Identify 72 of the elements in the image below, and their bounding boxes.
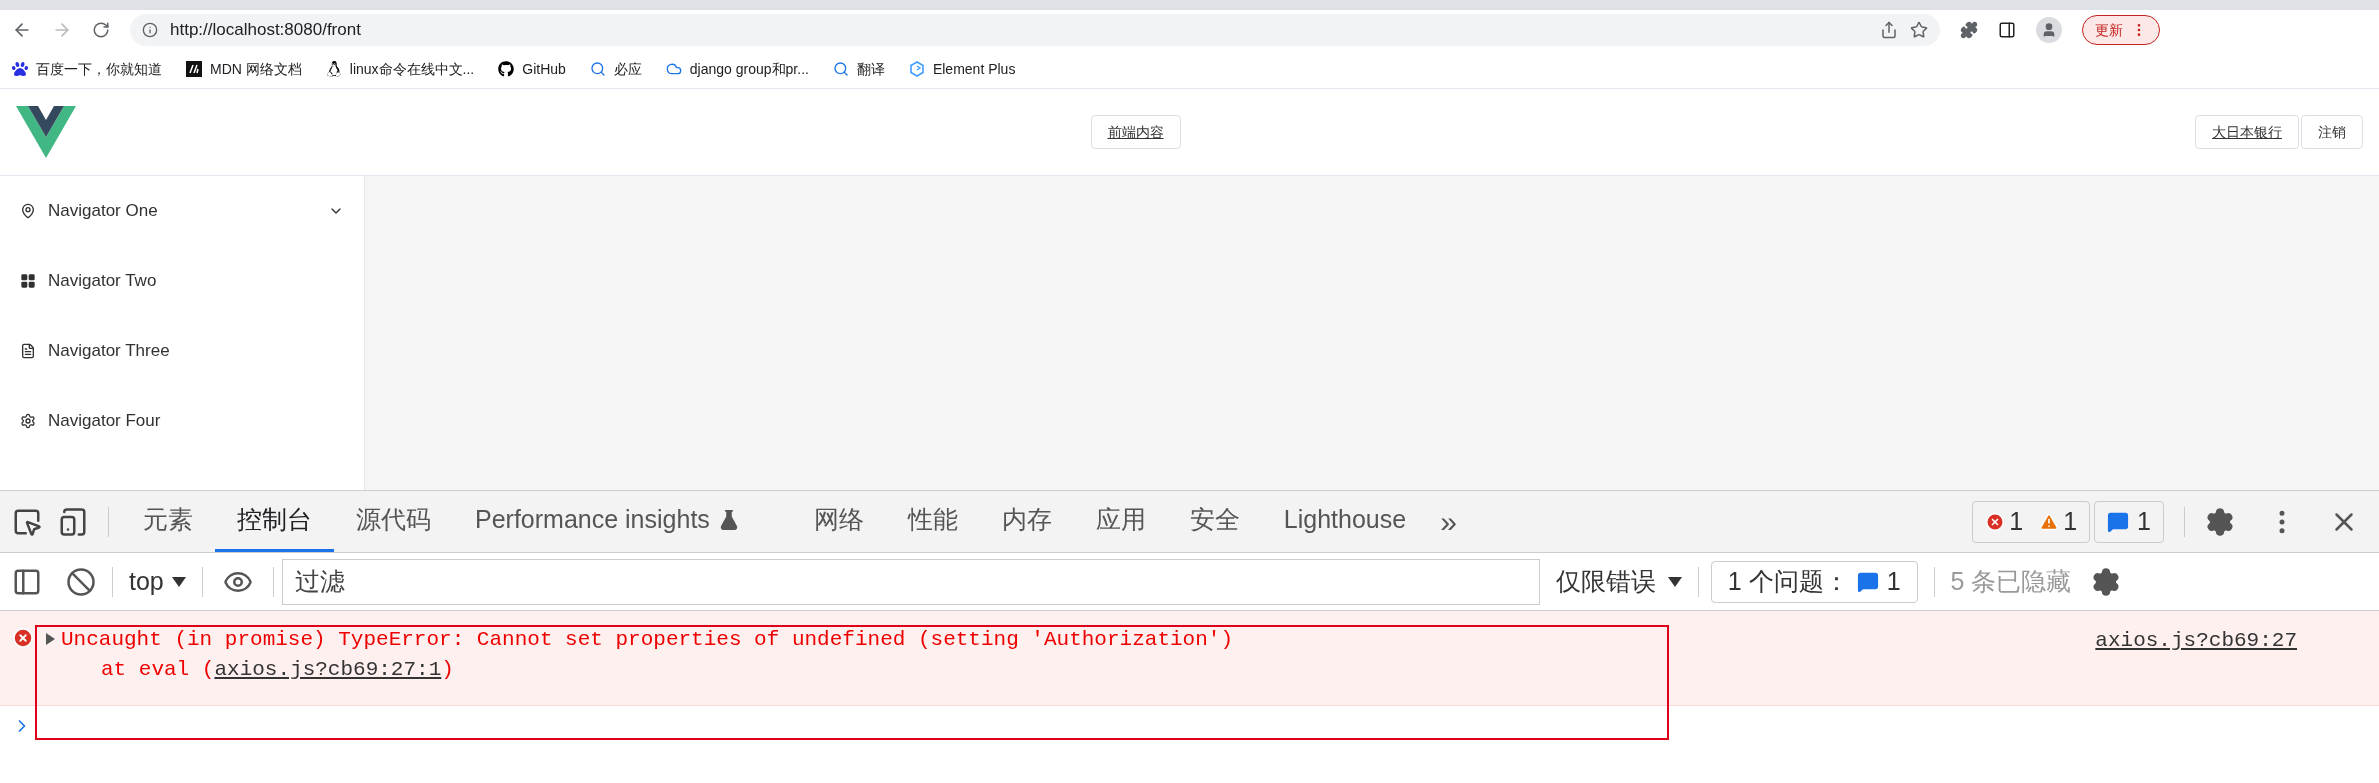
bookmark[interactable]: 百度一下，你就知道 bbox=[12, 58, 162, 80]
search-icon bbox=[832, 61, 849, 77]
bookmark[interactable]: linux命令在线中文... bbox=[325, 58, 475, 80]
cloud-icon bbox=[665, 61, 682, 77]
devtools-tab[interactable]: 内存 bbox=[979, 491, 1074, 552]
sidebar-item[interactable]: Navigator Two bbox=[0, 246, 364, 316]
update-button[interactable]: 更新 bbox=[2082, 15, 2160, 45]
github-icon bbox=[498, 61, 515, 77]
settings-icon bbox=[20, 413, 36, 429]
filter-field[interactable]: 过滤 bbox=[281, 558, 1540, 605]
message-counter[interactable]: 1 bbox=[2094, 500, 2164, 543]
bookmark[interactable]: MDN 网络文档 bbox=[186, 58, 302, 80]
sidebar-item[interactable]: Navigator Three bbox=[0, 316, 364, 386]
source-link[interactable]: axios.js?cb69:27:1 bbox=[214, 658, 442, 681]
caret-icon bbox=[1667, 576, 1682, 587]
sidebar-item[interactable]: Navigator One bbox=[0, 176, 364, 246]
paw-icon bbox=[12, 61, 28, 77]
avatar-icon[interactable] bbox=[2036, 17, 2062, 43]
share-icon[interactable] bbox=[1880, 21, 1898, 39]
mdn-logo-icon bbox=[186, 61, 202, 77]
devtools-tab[interactable]: 控制台 bbox=[215, 491, 334, 552]
stack-trace: at eval (axios.js?cb69:27:1) bbox=[100, 657, 455, 683]
settings-icon[interactable] bbox=[2205, 506, 2235, 537]
address-bar[interactable]: http://localhost:8080/front bbox=[130, 14, 1940, 46]
error-icon bbox=[1985, 511, 2006, 532]
caret-icon bbox=[171, 576, 186, 587]
bookmark[interactable]: GitHub bbox=[498, 58, 566, 80]
devtools-tab[interactable]: 应用 bbox=[1073, 491, 1168, 552]
error-text: Uncaught (in promise) TypeError: Cannot set properties of undefined (setting 'Authorization') bbox=[61, 627, 1234, 653]
puzzle-icon[interactable] bbox=[1960, 21, 1978, 39]
bookmark[interactable]: 必应 bbox=[589, 58, 642, 80]
hidden-count: 5 条已隐藏 bbox=[1950, 565, 2072, 597]
side-panel-icon[interactable] bbox=[1998, 21, 2016, 39]
bookmark[interactable]: 翻译 bbox=[832, 58, 885, 80]
clear-icon[interactable] bbox=[66, 566, 96, 597]
info-icon bbox=[142, 22, 158, 38]
source-link[interactable]: axios.js?cb69:27 bbox=[2095, 625, 2297, 657]
message-icon bbox=[1856, 570, 1879, 593]
logout-button[interactable]: 注销 bbox=[2301, 115, 2363, 149]
location-pin-icon bbox=[20, 203, 36, 219]
context-select[interactable]: top bbox=[129, 562, 186, 601]
star-icon[interactable] bbox=[1910, 21, 1928, 39]
sidebar-item[interactable]: Navigator Four bbox=[0, 386, 364, 456]
devtools-tab[interactable]: 元素 bbox=[121, 491, 215, 552]
hexagon-icon bbox=[908, 61, 925, 77]
url-text: http://localhost:8080/front bbox=[170, 19, 362, 42]
devtools-tab[interactable]: Performance insights bbox=[453, 491, 762, 552]
nav-button[interactable]: 前端内容 bbox=[1090, 115, 1181, 149]
devtools-tab[interactable]: 安全 bbox=[1167, 491, 1262, 552]
bookmark[interactable]: django group和pr... bbox=[665, 58, 809, 80]
vue-logo-icon bbox=[16, 106, 76, 158]
user-button[interactable]: 大日本银行 bbox=[2195, 115, 2299, 149]
level-select[interactable]: 仅限错误 bbox=[1555, 562, 1682, 601]
issues-button[interactable]: 1 个问题： 1 bbox=[1710, 560, 1918, 603]
devtools-tab[interactable]: 性能 bbox=[885, 491, 980, 552]
more-tabs-button[interactable]: » bbox=[1440, 499, 1457, 544]
reload-icon[interactable] bbox=[92, 21, 110, 39]
device-icon[interactable] bbox=[58, 506, 88, 537]
message-icon bbox=[2107, 510, 2130, 533]
error-icon bbox=[12, 627, 34, 649]
expand-triangle-icon[interactable] bbox=[46, 633, 55, 645]
search-icon bbox=[589, 61, 606, 77]
warning-icon bbox=[2039, 511, 2060, 532]
document-icon bbox=[20, 343, 36, 359]
devtools-tab[interactable]: 网络 bbox=[791, 491, 886, 552]
penguin-icon bbox=[325, 61, 342, 77]
devtools-tab[interactable]: Lighthouse bbox=[1261, 491, 1429, 552]
grid-icon bbox=[20, 273, 36, 289]
devtools-tab[interactable]: 源代码 bbox=[334, 491, 453, 552]
error-warning-counter[interactable]: 1 1 bbox=[1972, 500, 2091, 543]
bookmark[interactable]: Element Plus bbox=[908, 58, 1016, 80]
settings-icon[interactable] bbox=[2091, 566, 2122, 597]
